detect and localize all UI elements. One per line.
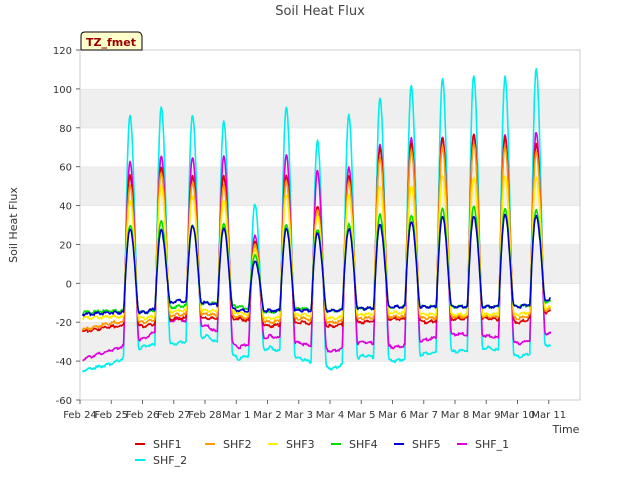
y-tick-label: 40	[59, 202, 72, 213]
plot-bands	[80, 49, 580, 400]
x-tick-label: Mar 5	[347, 410, 375, 421]
legend-label: SHF1	[153, 438, 182, 451]
y-tick-label: 0	[66, 279, 72, 290]
x-tick-label: Mar 10	[500, 410, 535, 421]
legend-label: SHF3	[286, 438, 315, 451]
y-tick-label: 120	[53, 46, 72, 57]
x-tick-label: Feb 28	[188, 410, 222, 421]
x-tick-label: Mar 6	[378, 410, 406, 421]
site-label: TZ_fmet	[86, 36, 136, 49]
x-tick-label: Feb 24	[63, 410, 97, 421]
grid-band	[80, 166, 580, 206]
x-tick-label: Feb 27	[157, 410, 191, 421]
x-tick-label: Mar 2	[253, 410, 281, 421]
legend-label: SHF5	[412, 438, 441, 451]
x-tick-label: Mar 7	[410, 410, 438, 421]
y-tick-label: -20	[56, 318, 72, 329]
site-label-box: TZ_fmet	[80, 31, 143, 51]
y-tick-label: -40	[56, 357, 72, 368]
x-tick-label: Feb 25	[94, 410, 128, 421]
x-tick-label: Feb 26	[126, 410, 160, 421]
x-tick-label: Mar 3	[285, 410, 313, 421]
x-tick-label: Mar 1	[222, 410, 250, 421]
x-tick-label: Mar 11	[531, 410, 566, 421]
x-tick-label: Mar 9	[472, 410, 500, 421]
y-tick-label: 100	[53, 85, 72, 96]
legend-label: SHF_2	[153, 454, 187, 467]
legend-label: SHF2	[223, 438, 252, 451]
grid-band	[80, 88, 580, 128]
grid-band	[80, 205, 580, 245]
soil-heat-flux-chart: -60-40-20020406080100120 Feb 24Feb 25Feb…	[0, 0, 640, 480]
y-tick-label: 20	[59, 240, 72, 251]
x-axis-label: Time	[552, 423, 580, 436]
y-tick-label: 80	[59, 124, 72, 135]
legend-label: SHF4	[349, 438, 378, 451]
grid-band	[80, 361, 580, 400]
x-tick-label: Mar 8	[441, 410, 469, 421]
y-axis-label: Soil Heat Flux	[7, 187, 20, 263]
x-tick-label: Mar 4	[316, 410, 344, 421]
legend-label: SHF_1	[475, 438, 509, 451]
grid-band	[80, 244, 580, 284]
y-tick-label: -60	[56, 396, 72, 407]
y-tick-label: 60	[59, 163, 72, 174]
chart-title: Soil Heat Flux	[275, 4, 365, 19]
